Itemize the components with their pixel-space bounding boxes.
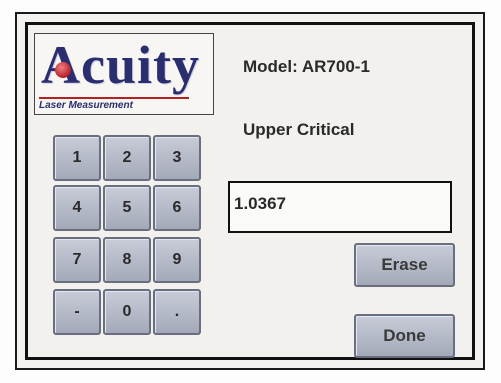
key-6[interactable]: 6 [153,185,201,231]
key-7[interactable]: 7 [53,237,101,283]
key-minus[interactable]: - [53,289,101,335]
key-0[interactable]: 0 [103,289,151,335]
key-1[interactable]: 1 [53,135,101,181]
laser-dot-icon [55,62,71,78]
logo-tagline: Laser Measurement [39,100,133,111]
key-3[interactable]: 3 [153,135,201,181]
key-5[interactable]: 5 [103,185,151,231]
key-9[interactable]: 9 [153,237,201,283]
erase-button[interactable]: Erase [354,243,455,287]
key-decimal[interactable]: . [153,289,201,335]
logo-underline [39,97,189,99]
value-input[interactable]: 1.0367 [228,181,452,233]
field-label: Upper Critical [243,120,355,139]
acuity-logo: Acuity Laser Measurement [34,33,214,115]
done-button[interactable]: Done [354,314,455,358]
key-4[interactable]: 4 [53,185,101,231]
key-8[interactable]: 8 [103,237,151,283]
key-2[interactable]: 2 [103,135,151,181]
model-label: Model: AR700-1 [243,57,370,76]
